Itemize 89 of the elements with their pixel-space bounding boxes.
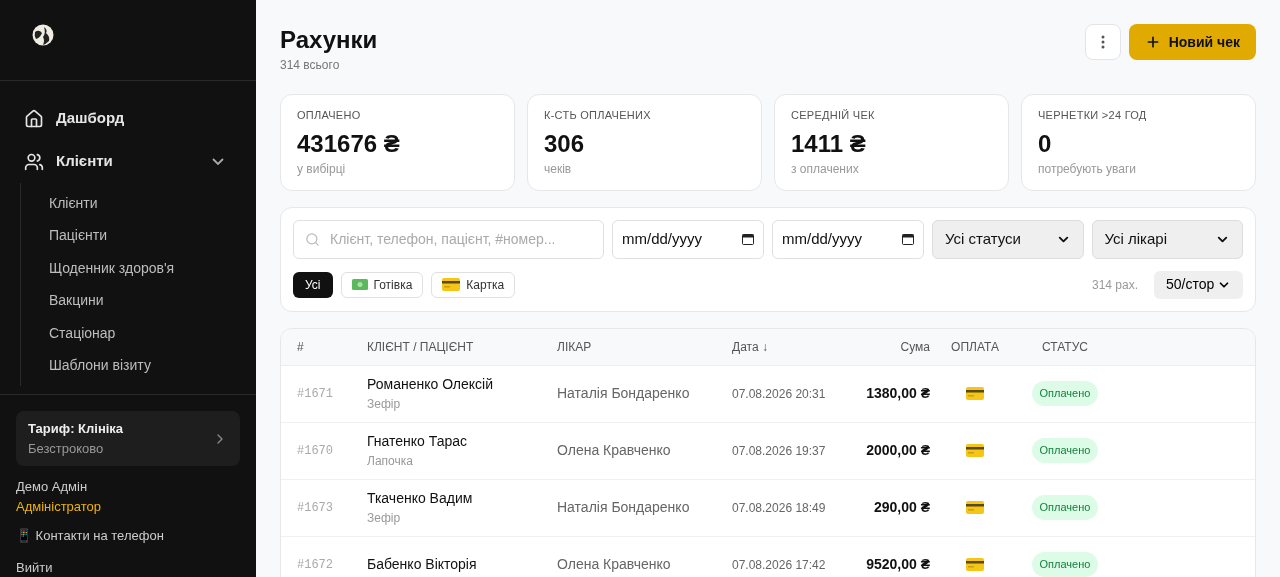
stat-note: з оплачених (791, 160, 860, 178)
nav-item[interactable]: Дашборд (24, 97, 232, 140)
client-name: Ткаченко Вадим (367, 489, 474, 508)
patient-name: Зефір (367, 510, 402, 527)
stat-value: 1411 ₴ (791, 128, 867, 159)
client-name: Романенко Олексій (367, 375, 495, 394)
stat-label: К-СТЬ ОПЛАЧЕНИХ (544, 108, 652, 123)
stat-label: СЕРЕДНІЙ ЧЕК (791, 108, 876, 123)
filter-chip[interactable]: Готівка (340, 271, 424, 298)
chevron-down-icon (212, 158, 224, 165)
more-button[interactable] (1084, 24, 1121, 60)
card-icon (966, 558, 984, 571)
sum-cell-text: 9520,00 ₴ (865, 555, 930, 574)
receipt-number: #1673 (297, 499, 334, 517)
client-name: Бабенко Вікторія (367, 555, 478, 574)
dropdown[interactable]: Усі лікарі (1091, 219, 1243, 259)
page-title: Рахунки (280, 25, 378, 55)
dropdown[interactable]: Усі статуси (932, 219, 1084, 259)
nav-subitem[interactable]: Щоденник здоров'я (21, 252, 232, 285)
nav-item[interactable]: Клієнти (24, 140, 232, 183)
receipt-number: #1670 (297, 442, 334, 460)
calendar-icon (742, 233, 754, 245)
status-badge: Оплачено (1031, 438, 1099, 463)
sum-cell-text: 290,00 ₴ (872, 498, 930, 517)
sum-cell-text: 1380,00 ₴ (865, 384, 930, 403)
stat-label: ОПЛАЧЕНО (297, 108, 362, 123)
filter-chip[interactable]: Усі (293, 271, 333, 298)
column-header: ЛІКАР (557, 338, 593, 356)
date-cell-text: 07.08.2026 20:31 (732, 385, 827, 403)
card-icon (442, 278, 461, 291)
doctor-name: Наталія Бондаренко (557, 384, 691, 403)
card-icon (966, 444, 984, 457)
date-cell-text: 07.08.2026 17:42 (732, 556, 827, 574)
contacts-link[interactable]: 📱 Контакти на телефон (16, 526, 240, 546)
doctor-name: Наталія Бондаренко (557, 498, 691, 517)
doctor-name: Олена Кравченко (557, 441, 672, 460)
stat-value: 431676 ₴ (297, 128, 401, 159)
nav-subitem[interactable]: Шаблони візиту (21, 349, 232, 382)
stat-label: ЧЕРНЕТКИ >24 ГОД (1038, 108, 1148, 123)
card-icon (966, 501, 984, 514)
stat-note: потребують уваги (1038, 160, 1138, 178)
nav-subitem[interactable]: Пацієнти (21, 219, 232, 252)
stat-value: 0 (1038, 128, 1053, 159)
page-subtitle: 314 всього (280, 57, 341, 74)
users-icon (24, 151, 44, 172)
receipt-number: #1671 (297, 385, 334, 403)
column-header: Дата ↓ (732, 338, 769, 356)
calendar-icon (902, 233, 914, 245)
plan-card[interactable]: Тариф: Клініка Безстроково (16, 411, 240, 466)
nav-subitem[interactable]: Стаціонар (21, 317, 232, 350)
stat-value: 306 (544, 128, 586, 159)
column-header: Сума (899, 338, 930, 356)
date-field[interactable]: mm/dd/yyyy (612, 219, 764, 259)
receipt-number: #1672 (297, 556, 334, 574)
result-count: 314 рах. (1091, 276, 1138, 294)
column-header: СТАТУС (1041, 338, 1089, 356)
user-name: Демо Адмін (16, 478, 89, 496)
status-badge: Оплачено (1031, 381, 1099, 406)
nav-subitem[interactable]: Вакцини (21, 284, 232, 317)
date-field[interactable]: mm/dd/yyyy (772, 219, 924, 259)
globe-logo-icon (32, 24, 54, 46)
banknote-icon (351, 279, 368, 290)
plan-subtitle: Безстроково (28, 439, 105, 458)
plan-title: Тариф: Клініка (28, 420, 125, 438)
date-cell-text: 07.08.2026 19:37 (732, 442, 827, 460)
search-field[interactable]: Клієнт, телефон, пацієнт, #номер... (293, 219, 604, 259)
doctor-name: Олена Кравченко (557, 555, 672, 574)
sum-cell-text: 2000,00 ₴ (865, 441, 930, 460)
filter-chip[interactable]: Картка (431, 271, 516, 298)
more-icon (1100, 35, 1105, 49)
client-name: Гнатенко Тарас (367, 432, 469, 451)
user-role: Адміністратор (16, 497, 103, 516)
patient-name: Зефір (367, 396, 402, 413)
status-badge: Оплачено (1031, 552, 1099, 577)
stat-note: у вибірці (297, 160, 347, 178)
column-header: КЛІЄНТ / ПАЦІЄНТ (367, 338, 475, 356)
date-cell-text: 07.08.2026 18:49 (732, 499, 827, 517)
status-badge: Оплачено (1031, 495, 1099, 520)
column-header: # (297, 338, 305, 356)
logout-link[interactable]: Вийти (16, 557, 240, 577)
new-receipt-button[interactable]: Новий чек (1128, 24, 1256, 60)
search-icon (305, 231, 320, 247)
per-page-dropdown[interactable]: 50/стор (1154, 270, 1243, 299)
card-icon (966, 387, 984, 400)
stat-note: чеків (544, 160, 573, 178)
nav-subitem[interactable]: Клієнти (21, 187, 232, 220)
column-header: ОПЛАТА (950, 338, 1000, 356)
home-icon (24, 108, 44, 129)
patient-name: Лапочка (367, 453, 414, 470)
